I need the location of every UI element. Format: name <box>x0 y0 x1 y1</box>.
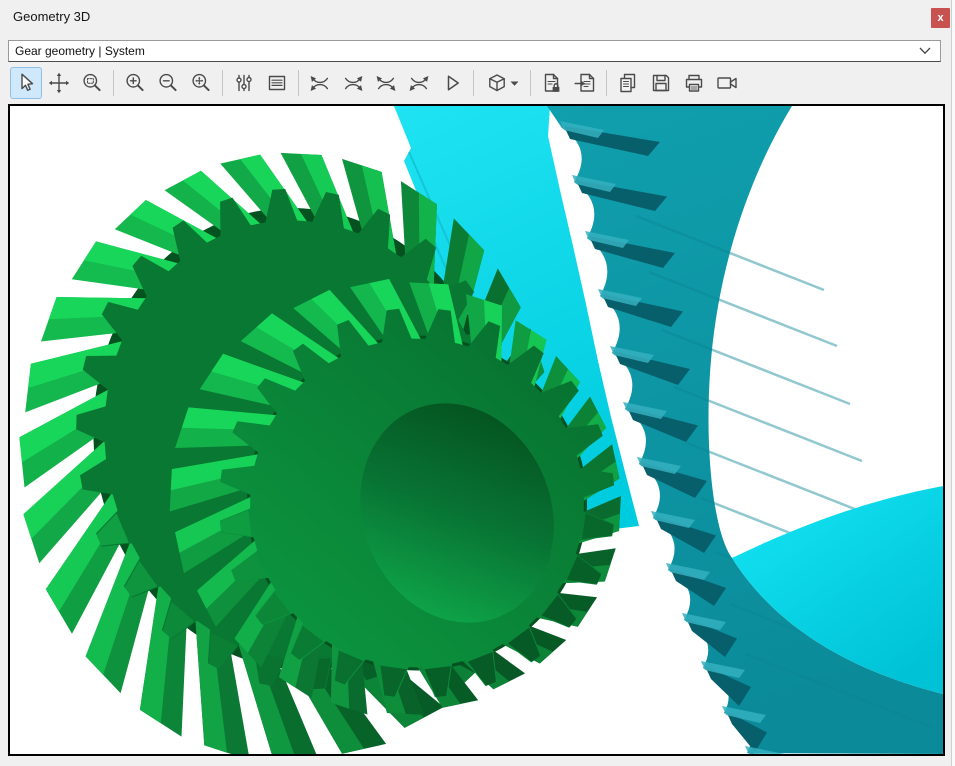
tool-play-animation-button[interactable] <box>436 67 468 99</box>
tool-zoom-fit-button[interactable] <box>185 67 217 99</box>
toolbar-separator <box>222 70 223 96</box>
window-bottom-frame <box>0 756 951 766</box>
view-cube-icon <box>485 71 509 95</box>
combobox-value: Gear geometry | System <box>9 44 919 58</box>
zoom-out-icon <box>156 71 180 95</box>
zoom-window-icon <box>80 71 104 95</box>
tool-report-panel-button[interactable] <box>261 67 293 99</box>
toolbar-separator <box>298 70 299 96</box>
viewport-3d[interactable] <box>8 104 945 756</box>
tool-view-cube-button[interactable] <box>479 67 525 99</box>
close-button[interactable]: x <box>931 8 950 28</box>
tool-rotate-right-left-button[interactable] <box>403 67 435 99</box>
close-icon: x <box>937 12 943 24</box>
tool-print-button[interactable] <box>678 67 710 99</box>
copy-icon <box>616 71 640 95</box>
toolbar-separator <box>530 70 531 96</box>
chevron-down-icon <box>919 47 931 55</box>
video-capture-icon <box>715 71 739 95</box>
zoom-fit-icon <box>189 71 213 95</box>
play-animation-icon <box>440 71 464 95</box>
tool-zoom-in-button[interactable] <box>119 67 151 99</box>
toolbar-separator <box>113 70 114 96</box>
tool-rotate-right-both-button[interactable] <box>337 67 369 99</box>
select-pointer-icon <box>14 71 38 95</box>
tool-select-pointer-button[interactable] <box>10 67 42 99</box>
tool-report-locked-button[interactable] <box>536 67 568 99</box>
window-title: Geometry 3D <box>13 9 90 24</box>
rotate-left-right-icon <box>374 71 398 95</box>
report-export-icon <box>573 71 597 95</box>
tool-rotate-left-right-button[interactable] <box>370 67 402 99</box>
rotate-left-both-icon <box>308 71 332 95</box>
tool-zoom-out-button[interactable] <box>152 67 184 99</box>
adjust-sliders-icon <box>232 71 256 95</box>
toolbar-separator <box>606 70 607 96</box>
screen: Geometry 3D x Gear geometry | System <box>0 0 955 766</box>
zoom-in-icon <box>123 71 147 95</box>
toolbar-separator <box>473 70 474 96</box>
gear-scene-canvas <box>10 106 943 754</box>
rotate-right-both-icon <box>341 71 365 95</box>
tool-copy-button[interactable] <box>612 67 644 99</box>
pan-icon <box>47 71 71 95</box>
tool-save-button[interactable] <box>645 67 677 99</box>
tool-zoom-window-button[interactable] <box>76 67 108 99</box>
toolbar <box>10 66 744 100</box>
title-bar[interactable]: Geometry 3D x <box>0 0 951 34</box>
geometry-selector-combobox[interactable]: Gear geometry | System <box>8 40 941 62</box>
tool-pan-button[interactable] <box>43 67 75 99</box>
tool-report-export-button[interactable] <box>569 67 601 99</box>
save-icon <box>649 71 673 95</box>
geometry-3d-window: Geometry 3D x Gear geometry | System <box>0 0 951 766</box>
tool-adjust-sliders-button[interactable] <box>228 67 260 99</box>
report-locked-icon <box>540 71 564 95</box>
background-window-sliver <box>951 0 955 766</box>
dropdown-caret-icon <box>509 71 520 95</box>
rotate-right-left-icon <box>407 71 431 95</box>
report-panel-icon <box>265 71 289 95</box>
tool-rotate-left-both-button[interactable] <box>304 67 336 99</box>
tool-video-capture-button[interactable] <box>711 67 743 99</box>
print-icon <box>682 71 706 95</box>
